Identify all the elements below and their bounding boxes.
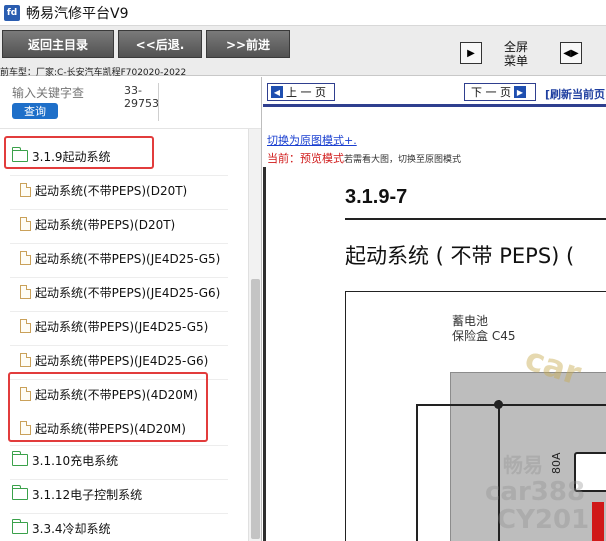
document-icon [20, 251, 31, 265]
title-bar: fd 畅易汽修平台V9 [0, 0, 606, 26]
app-logo-icon: fd [4, 4, 20, 21]
document-viewer: ◀ 上 一 页 下 一 页 ▶ [刷新当前页 切换为原图模式+. 当前：预览模式… [263, 77, 606, 541]
tree-item-label: 起动系统(不带PEPS)(D20T) [35, 183, 188, 198]
window-title: 畅易汽修平台V9 [26, 5, 129, 22]
document-icon [20, 285, 31, 299]
next-page-button[interactable]: 下 一 页 ▶ [464, 83, 536, 101]
fuse-rating-label: 80A [550, 452, 563, 474]
search-divider [158, 83, 159, 121]
tree-divider [10, 345, 228, 346]
tree-doc-item[interactable]: 起动系统(不带PEPS)(D20T) [20, 177, 187, 203]
search-button[interactable]: 查询 [12, 103, 58, 119]
tree-doc-item[interactable]: 起动系统(带PEPS)(D20T) [20, 211, 175, 237]
tree-doc-item[interactable]: 起动系统(不带PEPS)(JE4D25-G5) [20, 245, 220, 271]
scroll-thumb[interactable] [251, 279, 260, 539]
tree-divider [10, 277, 228, 278]
tree-divider [10, 311, 228, 312]
wire-junction [494, 400, 503, 409]
section-rule [345, 218, 606, 220]
tree-doc-item[interactable]: 起动系统(带PEPS)(JE4D25-G5) [20, 313, 208, 339]
page-left-rule [263, 167, 266, 541]
tree-item-label: 起动系统(带PEPS)(JE4D25-G6) [35, 353, 209, 368]
tree-folder-item[interactable]: 3.3.4冷却系统 [11, 515, 111, 541]
battery-fusebox-label: 蓄电池 保险盒 C45 [452, 314, 516, 343]
wiring-diagram: 蓄电池 保险盒 C45 80A [345, 291, 606, 541]
tree-folder-item[interactable]: 3.1.12电子控制系统 [11, 481, 143, 507]
left-nav-panel: 查询 33- 29753 3.1.9起动系统 起动系统(不带PEPS)(D20T… [0, 77, 262, 541]
tree-item-label: 起动系统(带PEPS)(JE4D25-G5) [35, 319, 209, 334]
tree-item-label: 起动系统(不带PEPS)(JE4D25-G6) [35, 285, 221, 300]
tree-divider [10, 445, 228, 446]
collapse-panel-icon[interactable]: ▶ [460, 42, 482, 64]
wire-red [592, 502, 604, 541]
section-number: 3.1.9-7 [345, 186, 408, 208]
tree-item-label: 起动系统(不带PEPS)(JE4D25-G5) [35, 251, 221, 266]
page-nav-bar: ◀ 上 一 页 下 一 页 ▶ [刷新当前页 [263, 77, 606, 107]
search-area: 查询 33- 29753 [0, 77, 261, 129]
tree-divider [10, 479, 228, 480]
arrow-left-icon: ◀ [271, 86, 283, 98]
highlight-box [8, 372, 208, 442]
search-input[interactable] [12, 85, 118, 101]
wire [416, 404, 418, 541]
tree-item-label: 3.1.10充电系统 [32, 453, 119, 468]
prev-page-button[interactable]: ◀ 上 一 页 [267, 83, 335, 101]
document-icon [20, 217, 31, 231]
tree-divider [10, 513, 228, 514]
tree-divider [10, 175, 228, 176]
forward-button[interactable]: >>前进 [206, 30, 290, 58]
arrow-right-icon: ▶ [514, 86, 526, 98]
tree-item-label: 起动系统(带PEPS)(D20T) [35, 217, 176, 232]
tree-scrollbar[interactable] [248, 129, 261, 541]
switch-mode-link[interactable]: 切换为原图模式+. [267, 132, 357, 148]
tree-folder-item[interactable]: 3.1.10充电系统 [11, 447, 119, 473]
tree-item-label: 3.1.12电子控制系统 [32, 487, 143, 502]
toolbar: 返回主目录 <<后退. >>前进 ▶ 全屏 菜单 ◀▶ 前车型：厂家:C-长安汽… [0, 26, 606, 78]
refresh-page-link[interactable]: [刷新当前页 [545, 86, 605, 102]
tree-divider [10, 209, 228, 210]
document-title: 起动系统 ( 不带 PEPS) ( [345, 244, 575, 268]
folder-icon [11, 485, 28, 500]
document-icon [20, 319, 31, 333]
expand-panel-icon[interactable]: ◀▶ [560, 42, 582, 64]
tree-divider [10, 243, 228, 244]
document-icon [20, 183, 31, 197]
fuse-symbol [574, 452, 606, 492]
tree-doc-item[interactable]: 起动系统(不带PEPS)(JE4D25-G6) [20, 279, 220, 305]
current-mode-label: 当前：预览模式若需看大图，切换至原图模式 [267, 152, 462, 165]
wire [416, 404, 606, 406]
folder-icon [11, 519, 28, 534]
tree-item-label: 3.3.4冷却系统 [32, 521, 111, 536]
folder-icon [11, 451, 28, 466]
fullscreen-menu-label[interactable]: 全屏 菜单 [498, 40, 534, 68]
tree-doc-item[interactable]: 起动系统(带PEPS)(JE4D25-G6) [20, 347, 208, 373]
highlight-box [4, 136, 154, 169]
document-icon [20, 353, 31, 367]
back-button[interactable]: <<后退. [118, 30, 202, 58]
home-button[interactable]: 返回主目录 [2, 30, 114, 58]
code-readout: 33- 29753 [124, 84, 159, 110]
wire [498, 400, 500, 541]
